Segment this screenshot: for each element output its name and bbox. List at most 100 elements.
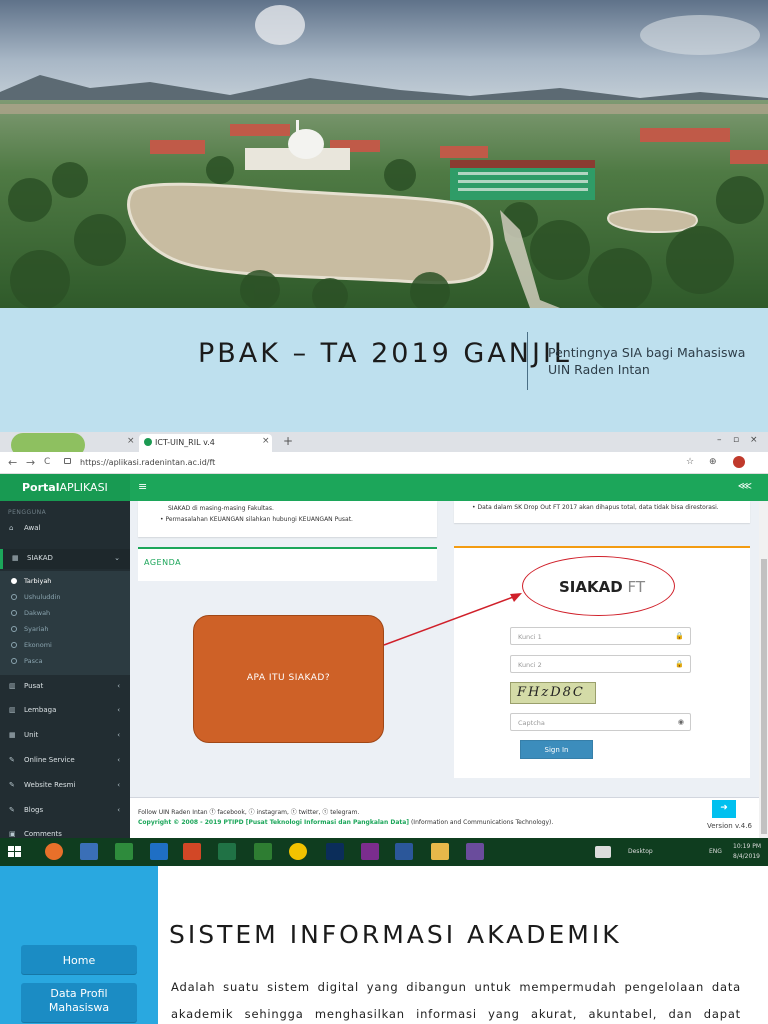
data-profil-mahasiswa-button[interactable]: Data Profil Mahasiswa [21, 983, 137, 1023]
home-button[interactable]: Home [21, 945, 137, 975]
onenote-icon[interactable] [361, 843, 379, 860]
app-header: PortalAPLIKASI ≡ ⋘ [0, 474, 768, 501]
circle-icon [11, 594, 17, 600]
slide-subtitle: Pentingnya SIA bagi Mahasiswa UIN Raden … [548, 344, 745, 378]
visio-icon[interactable] [80, 843, 98, 860]
powerpoint-icon[interactable] [183, 843, 201, 860]
submenu-label: Syariah [24, 625, 49, 633]
slideshow-page: PBAK – TA 2019 GANJIL Pentingnya SIA bag… [0, 0, 768, 1024]
scrollbar-thumb[interactable] [761, 559, 767, 834]
maximize-button[interactable]: ▫ [733, 435, 739, 445]
extension-icon[interactable]: ⊕ [709, 457, 717, 467]
grid-icon: ▦ [9, 731, 16, 739]
building-icon: ▥ [9, 682, 16, 690]
clock-date[interactable]: 8/4/2019 [733, 853, 760, 860]
lock-icon: 🔒 [675, 632, 684, 640]
slide-title: PBAK – TA 2019 GANJIL [198, 338, 572, 369]
browser-window: × ICT-UIN_RIL v.4 × + – ▫ × ← → C https:… [0, 432, 768, 866]
lock-icon: 🔒 [675, 660, 684, 668]
captcha-image: FHzD8C [510, 682, 596, 704]
sidebar-item-website-resmi[interactable]: ✎ Website Resmi ‹ [0, 776, 130, 796]
file-explorer-icon[interactable] [431, 843, 449, 860]
circle-icon [11, 578, 17, 584]
sidebar-item-lembaga[interactable]: ▥ Lembaga ‹ [0, 701, 130, 721]
brand-bold: Portal [22, 481, 60, 494]
excel-icon[interactable] [218, 843, 236, 860]
forward-button[interactable]: → [26, 456, 35, 469]
sidebar-item-label: Online Service [24, 756, 75, 764]
siakad-submenu: Tarbiyah Ushuluddin Dakwah Syariah Ekono… [0, 571, 130, 675]
language-indicator[interactable]: ENG [709, 848, 722, 855]
clock-time[interactable]: 10:19 PM [733, 843, 761, 850]
sidebar-item-label: Blogs [24, 806, 44, 814]
copyright-text: Copyright © 2008 - 2019 PTIPD [Pusat Tek… [138, 819, 553, 826]
publisher-icon[interactable] [254, 843, 272, 860]
photoshop-icon[interactable] [326, 843, 344, 860]
scroll-top-button[interactable]: ➜ [712, 800, 736, 818]
submenu-item-tarbiyah[interactable]: Tarbiyah [0, 573, 130, 589]
sidebar-item-online-service[interactable]: ✎ Online Service ‹ [0, 751, 130, 771]
submenu-label: Tarbiyah [24, 577, 52, 585]
campus-aerial-photo [0, 0, 768, 308]
submenu-item-ekonomi[interactable]: Ekonomi [0, 637, 130, 653]
chevron-left-icon: ‹ [117, 756, 120, 764]
captcha-input[interactable]: Captcha ◉ [510, 713, 691, 731]
word-icon[interactable] [395, 843, 413, 860]
grid-icon: ▦ [12, 554, 19, 562]
kunci-1-input[interactable]: Kunci 1 🔒 [510, 627, 691, 645]
copyright-main[interactable]: Copyright © 2008 - 2019 PTIPD [Pusat Tek… [138, 819, 409, 826]
highlight-ellipse [522, 556, 675, 616]
minimize-button[interactable]: – [717, 435, 722, 445]
sidebar-item-blogs[interactable]: ✎ Blogs ‹ [0, 801, 130, 821]
desktop-toolbar[interactable]: Desktop [628, 848, 653, 855]
sidebar-item-unit[interactable]: ▦ Unit ‹ [0, 726, 130, 746]
url-input[interactable]: https://aplikasi.radenintan.ac.id/ft [60, 455, 700, 471]
outlook-icon[interactable] [150, 843, 168, 860]
submenu-item-syariah[interactable]: Syariah [0, 621, 130, 637]
sidebar-item-pusat[interactable]: ▥ Pusat ‹ [0, 677, 130, 697]
reload-button[interactable]: C [44, 457, 50, 467]
bookmark-star-icon[interactable]: ☆ [686, 457, 694, 467]
start-button-icon [8, 846, 21, 857]
eye-icon: ◉ [677, 718, 684, 726]
chrome-icon[interactable] [289, 843, 307, 860]
app-footer: Follow UIN Raden Intan ⓕ facebook, ⓘ ins… [130, 797, 759, 838]
sidebar-item-label: Awal [24, 524, 41, 532]
portal-brand[interactable]: PortalAPLIKASI [0, 474, 130, 501]
tab-close-icon[interactable]: × [127, 436, 135, 446]
follow-links[interactable]: Follow UIN Raden Intan ⓕ facebook, ⓘ ins… [138, 807, 359, 816]
sidebar-item-label: SIAKAD [27, 554, 53, 562]
chevron-left-icon: ‹ [117, 706, 120, 714]
submenu-item-pasca[interactable]: Pasca [0, 653, 130, 669]
share-icon[interactable]: ⋘ [738, 481, 752, 492]
keyboard-icon[interactable] [595, 846, 611, 858]
sign-in-button[interactable]: Sign In [520, 740, 593, 759]
agenda-box: AGENDA [138, 547, 437, 581]
tab-title: ICT-UIN_RIL v.4 [155, 438, 215, 447]
app-icon[interactable] [466, 843, 484, 860]
new-tab-button[interactable]: + [283, 434, 293, 448]
sidebar-item-label: Website Resmi [24, 781, 76, 789]
circle-icon [11, 658, 17, 664]
sidebar-item-label: Pusat [24, 682, 44, 690]
sidebar-item-awal[interactable]: ⌂ Awal [0, 519, 130, 539]
sidebar-item-label: Unit [24, 731, 39, 739]
tab-ict-uin[interactable]: ICT-UIN_RIL v.4 [139, 434, 272, 452]
back-button[interactable]: ← [8, 456, 17, 469]
copyright-rest: (Information and Communications Technolo… [410, 819, 554, 826]
project-icon[interactable] [115, 843, 133, 860]
kunci-2-input[interactable]: Kunci 2 🔒 [510, 655, 691, 673]
slide2-title: SISTEM INFORMASI AKADEMIK [169, 920, 622, 949]
submenu-item-dakwah[interactable]: Dakwah [0, 605, 130, 621]
version-label: Version v.4.6 [707, 822, 752, 830]
submenu-item-ushuluddin[interactable]: Ushuluddin [0, 589, 130, 605]
profile-avatar[interactable] [733, 456, 745, 468]
firefox-icon[interactable] [45, 843, 63, 860]
sidebar-item-label: Lembaga [24, 706, 57, 714]
close-window-button[interactable]: × [750, 435, 758, 445]
tab-close-icon[interactable]: × [262, 436, 270, 446]
sidebar-item-siakad[interactable]: ▦ SIAKAD ⌄ [0, 549, 130, 569]
chevron-left-icon: ‹ [117, 731, 120, 739]
menu-toggle-icon[interactable]: ≡ [138, 480, 147, 493]
home-icon: ⌂ [9, 524, 14, 532]
